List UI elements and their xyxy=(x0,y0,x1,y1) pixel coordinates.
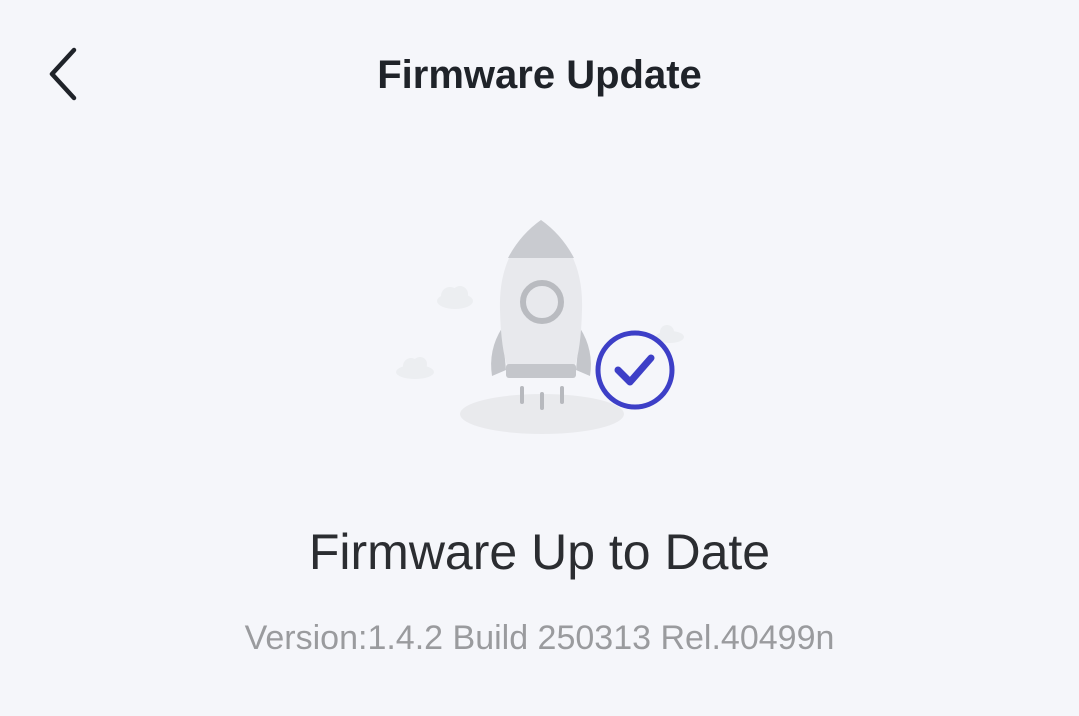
rocket-illustration xyxy=(380,200,700,450)
header: Firmware Update xyxy=(0,0,1079,150)
cloud-icon xyxy=(437,286,473,309)
check-circle-icon xyxy=(595,330,675,410)
page-title: Firmware Update xyxy=(377,53,702,97)
cloud-icon xyxy=(396,357,434,379)
firmware-update-screen: Firmware Update Firmware Up to Date Vers… xyxy=(0,0,1079,716)
status-title: Firmware Up to Date xyxy=(308,524,771,580)
firmware-version: Version:1.4.2 Build 250313 Rel.40499n xyxy=(244,619,835,657)
rocket-icon xyxy=(491,220,591,410)
